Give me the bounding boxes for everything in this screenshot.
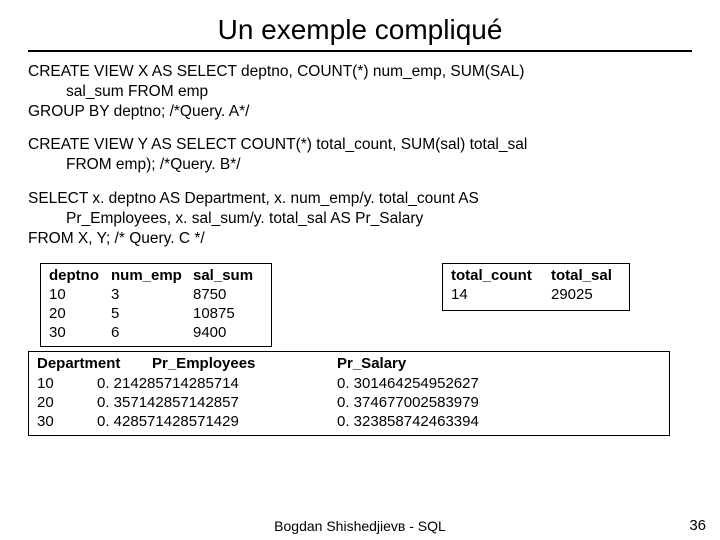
col-pr-employees: Pr_Employees [152,354,337,373]
col-pr-salary: Pr_Salary [337,354,487,373]
title-rule [28,50,692,52]
table-y-result: total_count total_sal 14 29025 [442,263,630,311]
query-a-line3: GROUP BY deptno; /*Query. A*/ [28,103,249,120]
slide-title: Un exemple compliqué [28,14,692,46]
table-row: 20 0. 357142857142857 0. 374677002583979 [37,393,661,412]
table-final-result: Department Pr_Employees Pr_Salary 10 0. … [28,351,670,436]
cell: 6 [111,323,193,342]
cell: 0. 374677002583979 [337,393,487,412]
col-num-emp: num_emp [111,266,193,285]
table-row: 10 0. 214285714285714 0. 301464254952627 [37,374,661,393]
intermediate-tables-row: deptno num_emp sal_sum 10 3 8750 20 5 10… [28,263,692,348]
query-a-line2: sal_sum FROM emp [28,82,692,102]
cell: 30 [37,412,97,431]
col-total-sal: total_sal [551,266,621,285]
cell: 0. 214285714285714 [97,374,337,393]
query-c-block: SELECT x. deptno AS Department, x. num_e… [28,189,692,248]
table-row: 10 3 8750 [49,285,263,304]
page-number: 36 [689,517,706,534]
query-a-line1: CREATE VIEW X AS SELECT deptno, COUNT(*)… [28,63,524,80]
cell: 20 [49,304,111,323]
query-b-line2: FROM emp); /*Query. B*/ [28,155,692,175]
query-b-block: CREATE VIEW Y AS SELECT COUNT(*) total_c… [28,135,692,175]
cell: 30 [49,323,111,342]
table-row: 30 0. 428571428571429 0. 323858742463394 [37,412,661,431]
query-a-block: CREATE VIEW X AS SELECT deptno, COUNT(*)… [28,62,692,121]
footer-author: Bogdan Shishedjievв - SQL [0,518,720,534]
cell: 0. 323858742463394 [337,412,487,431]
query-b-line1: CREATE VIEW Y AS SELECT COUNT(*) total_c… [28,136,527,153]
col-department: Department [37,354,152,373]
cell: 10875 [193,304,263,323]
query-c-line3: FROM X, Y; /* Query. C */ [28,230,205,247]
cell: 3 [111,285,193,304]
cell: 10 [49,285,111,304]
table-row: 20 5 10875 [49,304,263,323]
query-c-line2: Pr_Employees, x. sal_sum/y. total_sal AS… [28,209,692,229]
table-row: 14 29025 [451,285,621,304]
col-total-count: total_count [451,266,551,285]
cell: 29025 [551,285,621,304]
col-deptno: deptno [49,266,111,285]
cell: 0. 428571428571429 [97,412,337,431]
cell: 0. 301464254952627 [337,374,487,393]
cell: 0. 357142857142857 [97,393,337,412]
cell: 14 [451,285,551,304]
table-x-result: deptno num_emp sal_sum 10 3 8750 20 5 10… [40,263,272,348]
cell: 5 [111,304,193,323]
cell: 10 [37,374,97,393]
query-c-line1: SELECT x. deptno AS Department, x. num_e… [28,190,479,207]
cell: 20 [37,393,97,412]
col-sal-sum: sal_sum [193,266,263,285]
cell: 8750 [193,285,263,304]
cell: 9400 [193,323,263,342]
table-row: 30 6 9400 [49,323,263,342]
